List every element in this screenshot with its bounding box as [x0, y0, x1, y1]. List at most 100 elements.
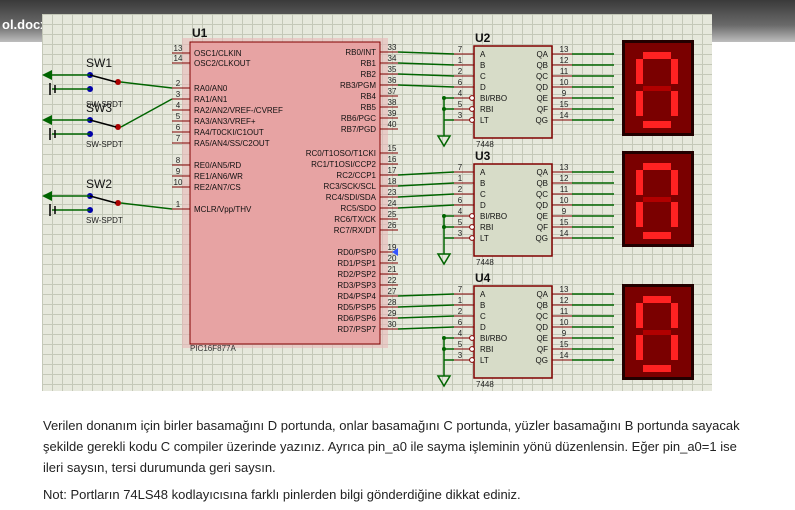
segment: [636, 59, 643, 84]
decoder-pin-num: 13: [560, 45, 569, 54]
u1-pin-num: 13: [174, 44, 183, 53]
u1-part: PIC16F877A: [190, 344, 236, 353]
inversion-bubble: [469, 224, 475, 230]
ground-icon: [436, 375, 452, 388]
decoder-pin-label: D: [480, 323, 486, 332]
decoder-pin-num: 7: [458, 285, 463, 294]
decoder-pin-num: 6: [458, 78, 463, 87]
note-paragraph: Not: Portların 74LS48 kodlayıcısına fark…: [43, 487, 521, 502]
segment-g: [643, 330, 671, 335]
decoder-pin-num: 3: [458, 111, 463, 120]
port-d-wire: [397, 326, 455, 330]
u1-pin-label: RC5/SDO: [340, 204, 376, 213]
decoder-pin-num: 9: [562, 89, 567, 98]
decoder-pin-label: BI/RBO: [480, 94, 507, 103]
decoder-pin-label: A: [480, 168, 486, 177]
seven-segment-display: [622, 40, 694, 136]
decoder-pin-num: 11: [560, 67, 569, 76]
junction-dot: [442, 336, 446, 340]
decoder-pin-label: QE: [536, 334, 548, 343]
u1-pin-num: 23: [388, 188, 397, 197]
u1-pin-label: RA5/AN4/SS/C2OUT: [194, 139, 270, 148]
document-title: ol.docx: [2, 17, 48, 32]
u1-pin-label: RC1/T1OSI/CCP2: [311, 160, 376, 169]
u1-pin-label: RE2/AN7/CS: [194, 183, 241, 192]
u1-pin-num: 25: [388, 210, 397, 219]
u1-pin-num: 27: [388, 287, 397, 296]
decoder-pin-label: QG: [536, 116, 548, 125]
decoder-pin-label: B: [480, 301, 485, 310]
power-arrow-icon: [42, 115, 52, 125]
decoder-pin-label: D: [480, 83, 486, 92]
u1-pin-num: 5: [176, 112, 181, 121]
decoder-pin-label: QC: [536, 312, 548, 321]
power-arrow-icon: [42, 70, 52, 80]
segment: [636, 91, 643, 116]
decoder-pin-label: B: [480, 179, 485, 188]
u1-pin-label: RB4: [360, 92, 376, 101]
decoder-pin-num: 7: [458, 45, 463, 54]
inversion-bubble: [469, 213, 475, 219]
u1-pin-label: RD4/PSP4: [337, 292, 376, 301]
decoder-pin-num: 2: [458, 307, 463, 316]
u1-pin-num: 35: [388, 65, 397, 74]
schematic-canvas[interactable]: U1 PIC16F877A 13 OSC1/CLKIN 14 OSC2/CLKOUT 2 RA…: [42, 14, 712, 391]
u1-pin-num: 34: [388, 54, 397, 63]
decoder-pin-label: QE: [536, 212, 548, 221]
u1-pin-num: 2: [176, 79, 181, 88]
switch-lever: [89, 195, 117, 204]
segment-g: [643, 197, 671, 202]
u1-pin-label: RB6/PGC: [341, 114, 376, 123]
decoder-pin-num: 6: [458, 318, 463, 327]
decoder-pin-num: 3: [458, 229, 463, 238]
port-c-wire: [397, 204, 455, 209]
decoder-pin-label: QC: [536, 190, 548, 199]
decoder-pin-label: BI/RBO: [480, 212, 507, 221]
decoder-pin-num: 5: [458, 340, 463, 349]
u1-pin-label: RA2/AN2/VREF-/CVREF: [194, 106, 283, 115]
decoder-pin-num: 1: [458, 296, 463, 305]
u1-pin-label: RB1: [360, 59, 376, 68]
segment: [643, 121, 671, 128]
decoder-pin-num: 10: [560, 318, 569, 327]
decoder-ref: U4: [475, 271, 491, 285]
u1-pin-num: 9: [176, 167, 181, 176]
segment: [643, 163, 671, 170]
u1-pin-num: 8: [176, 156, 181, 165]
decoder-pin-label: A: [480, 290, 486, 299]
u1-pin-num: 39: [388, 109, 397, 118]
switch-to-u1-wire: [120, 81, 173, 89]
u1-pin-label: RB5: [360, 103, 376, 112]
decoder-pin-num: 10: [560, 78, 569, 87]
inversion-bubble: [469, 95, 475, 101]
u1-pin-label: RB2: [360, 70, 376, 79]
decoder-pin-label: QD: [536, 323, 548, 332]
decoder-pin-num: 9: [562, 207, 567, 216]
u1-pin-num: 15: [388, 144, 397, 153]
segment: [671, 202, 678, 227]
u1-pin-label: RC7/RX/DT: [334, 226, 376, 235]
ground-icon: [436, 253, 452, 266]
u1-pin-label: RD7/PSP7: [337, 325, 376, 334]
segment: [636, 303, 643, 328]
decoder-pin-label: LT: [480, 116, 489, 125]
u1-pin-num: 10: [174, 178, 183, 187]
decoder-pin-num: 12: [560, 174, 569, 183]
decoder-part: 7448: [476, 140, 494, 149]
u1-pin-label: RE1/AN6/WR: [194, 172, 243, 181]
switch-to-u1-wire: [120, 202, 173, 210]
inversion-bubble: [469, 346, 475, 352]
switch-ref: SW2: [86, 177, 112, 191]
u1-pin-num: 36: [388, 76, 397, 85]
decoder-pin-label: QF: [537, 345, 548, 354]
u1-pin-label: MCLR/Vpp/THV: [194, 205, 252, 214]
u1-pin-num: 26: [388, 221, 397, 230]
decoder-pin-label: QD: [536, 83, 548, 92]
decoder-pin-num: 4: [458, 207, 463, 216]
port-c-wire: [397, 193, 455, 198]
u1-pin-num: 20: [388, 254, 397, 263]
switch-ref: SW1: [86, 56, 112, 70]
port-d-wire: [397, 315, 455, 319]
u1-pin-label: RD5/PSP5: [337, 303, 376, 312]
decoder-pin-label: QC: [536, 72, 548, 81]
